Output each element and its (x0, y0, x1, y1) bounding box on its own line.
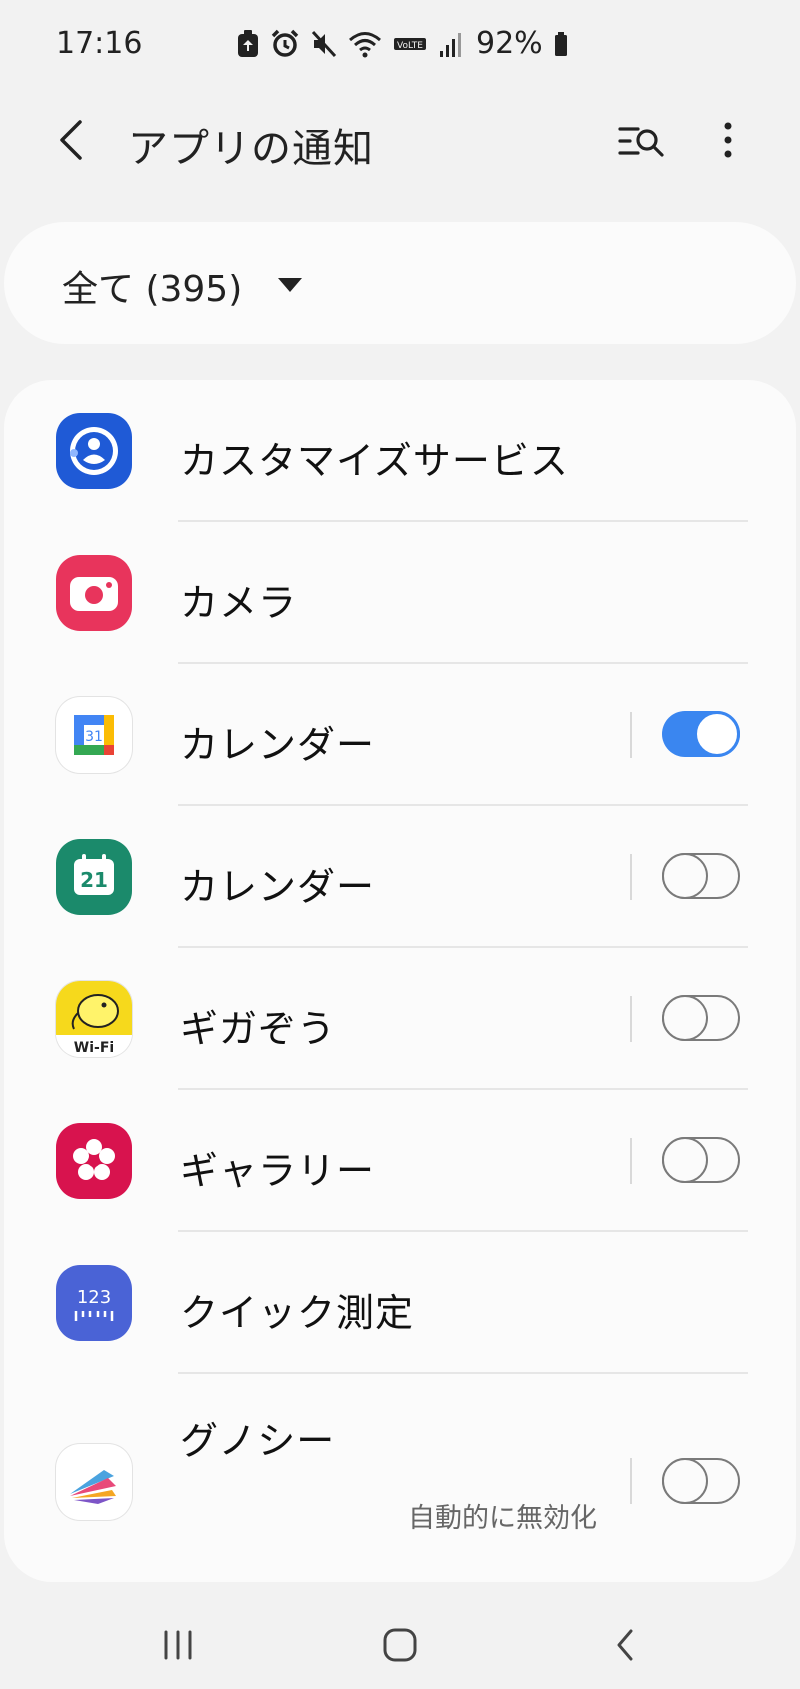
list-item[interactable]: カメラ (4, 522, 796, 664)
list-item[interactable]: ギャラリー (4, 1090, 796, 1232)
toggle-knob (661, 852, 708, 899)
search-button[interactable] (614, 118, 670, 168)
camera-icon (56, 555, 132, 631)
app-bar: アプリの通知 (0, 96, 800, 188)
toggle-knob (661, 994, 708, 1041)
toggle-knob (661, 1136, 708, 1183)
volte-icon: VoLTE (392, 29, 428, 59)
list-item[interactable]: 21 カレンダー (4, 806, 796, 948)
app-name: グノシー (180, 1419, 336, 1463)
separator (630, 996, 632, 1042)
notification-toggle[interactable] (661, 1136, 740, 1183)
toggle-knob (694, 711, 740, 757)
status-bar: 17:16 VoLTE 92% (0, 0, 800, 96)
separator (630, 712, 632, 758)
notification-toggle[interactable] (661, 852, 740, 899)
alarm-icon (270, 29, 300, 59)
battery-icon (553, 29, 569, 59)
filter-dropdown[interactable]: 全て (395) (4, 222, 796, 344)
notification-toggle[interactable] (661, 1457, 740, 1504)
app-name: ギガぞう (180, 1007, 337, 1051)
app-name: クイック測定 (180, 1291, 415, 1335)
app-name: カレンダー (180, 865, 376, 909)
gallery-icon (56, 1123, 132, 1199)
mute-icon (310, 29, 338, 59)
back-button[interactable] (46, 114, 96, 170)
recents-button[interactable] (148, 1622, 208, 1672)
svg-text:VoLTE: VoLTE (397, 41, 423, 51)
back-icon (609, 1625, 639, 1669)
page-title: アプリの通知 (128, 126, 374, 172)
app-list: カスタマイズサービス カメラ 31 カレンダー 21 カレンダー Wi-Fi ギ… (4, 380, 796, 1582)
recents-icon (158, 1628, 198, 1666)
toggle-knob (661, 1457, 708, 1504)
svg-text:123: 123 (77, 1287, 111, 1308)
more-vert-icon (723, 120, 733, 164)
gunosy-icon (56, 1444, 132, 1520)
list-item[interactable]: カスタマイズサービス (4, 380, 796, 522)
app-name: ギャラリー (180, 1149, 376, 1193)
status-time: 17:16 (56, 26, 143, 61)
battery-percentage: 92% (476, 26, 543, 61)
notification-toggle[interactable] (661, 994, 740, 1041)
status-text: 自動的に無効化 (408, 1503, 597, 1534)
gigazou-icon: Wi-Fi (56, 981, 132, 1057)
filter-label: 全て (395) (62, 269, 243, 310)
app-name: カスタマイズサービス (180, 439, 569, 483)
svg-text:Wi-Fi: Wi-Fi (74, 1040, 114, 1056)
svg-text:21: 21 (80, 868, 108, 892)
search-list-icon (618, 123, 666, 163)
list-item[interactable]: 31 カレンダー (4, 664, 796, 806)
home-icon (380, 1625, 420, 1669)
status-icons: VoLTE 92% (236, 26, 569, 61)
more-options-button[interactable] (700, 114, 756, 170)
separator (630, 1458, 632, 1504)
wifi-icon (348, 29, 382, 59)
notification-toggle[interactable] (662, 711, 740, 757)
customization-service-icon (56, 413, 132, 489)
app-name: カレンダー (180, 723, 376, 767)
separator (630, 854, 632, 900)
samsung-calendar-icon: 21 (56, 839, 132, 915)
back-nav-button[interactable] (594, 1622, 654, 1672)
dropdown-arrow-icon (276, 276, 304, 298)
separator (630, 1138, 632, 1184)
app-name: カメラ (180, 581, 298, 625)
list-item[interactable]: Wi-Fi ギガぞう (4, 948, 796, 1090)
svg-text:31: 31 (85, 729, 103, 745)
home-button[interactable] (370, 1622, 430, 1672)
google-calendar-icon: 31 (56, 697, 132, 773)
list-item[interactable]: グノシー 自動的に無効化 (4, 1374, 796, 1552)
signal-icon (438, 29, 462, 59)
list-item[interactable]: 123 クイック測定 (4, 1232, 796, 1374)
battery-saver-icon (236, 29, 260, 59)
quick-measure-icon: 123 (56, 1265, 132, 1341)
navigation-bar (0, 1600, 800, 1689)
chevron-left-icon (56, 118, 86, 166)
